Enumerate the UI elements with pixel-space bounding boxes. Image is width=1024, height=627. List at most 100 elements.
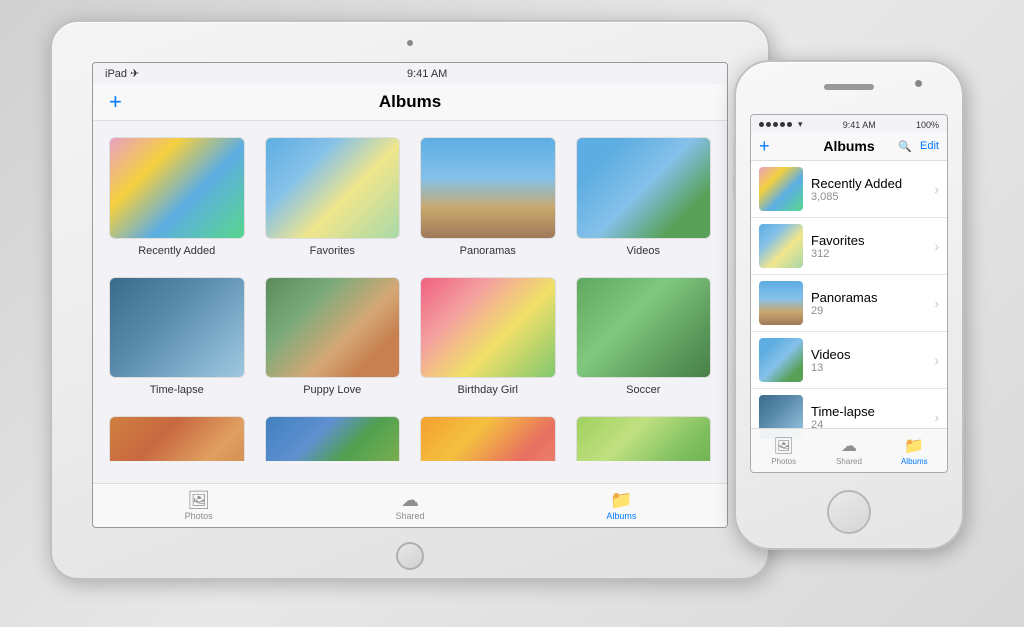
signal-dot-1 <box>759 122 764 127</box>
album-label-favorites: Favorites <box>310 245 355 257</box>
iphone-album-favorites[interactable]: Favorites312 › <box>751 218 947 275</box>
iphone-wifi-icon: ▾ <box>798 119 803 130</box>
iphone-info-panoramas: Panoramas29 <box>811 290 926 317</box>
ipad-screen: iPad ✈ 9:41 AM + Albums Recently Added Fa… <box>92 62 728 528</box>
ipad-navbar: + Albums <box>93 84 727 121</box>
signal-dot-5 <box>787 122 792 127</box>
iphone-vol-down[interactable] <box>733 174 736 198</box>
album-thumb-recently-added <box>109 137 245 239</box>
album-thumb-birthday-girl <box>420 277 556 379</box>
iphone-albums-label: Albums <box>901 457 928 466</box>
ipad-tab-shared[interactable]: ☁ Shared <box>304 491 515 521</box>
iphone-screen-content: ▾ 9:41 AM 100% + Albums 🔍 Edit Recentl <box>751 115 947 472</box>
iphone-album-name-timelapse: Time-lapse <box>811 404 926 419</box>
ipad-tabbar: 🖼 Photos ☁ Shared 📁 Albums <box>93 483 727 527</box>
iphone-album-recently-added[interactable]: Recently Added3,085 › <box>751 161 947 218</box>
ipad-album-videos[interactable]: Videos <box>576 137 712 257</box>
ipad-album-soccer[interactable]: Soccer <box>576 277 712 397</box>
iphone-album-count-videos: 13 <box>811 362 926 374</box>
albums-tab-label: Albums <box>606 511 636 521</box>
ipad-album-row3c[interactable] <box>420 416 556 461</box>
ipad-camera <box>407 40 413 46</box>
ipad-album-timelapse[interactable]: Time-lapse <box>109 277 245 397</box>
album-thumb-videos <box>576 137 712 239</box>
iphone-tab-albums[interactable]: 📁Albums <box>882 436 947 466</box>
ipad-album-panoramas[interactable]: Panoramas <box>420 137 556 257</box>
iphone-tabbar: 🖼Photos☁Shared📁Albums <box>751 428 947 472</box>
iphone-info-timelapse: Time-lapse24 <box>811 404 926 431</box>
album-label-timelapse: Time-lapse <box>150 384 204 396</box>
iphone-photos-label: Photos <box>771 457 796 466</box>
iphone-vol-up[interactable] <box>733 142 736 166</box>
iphone-chevron-videos: › <box>934 352 939 368</box>
ipad-album-puppy-love[interactable]: Puppy Love <box>265 277 401 397</box>
iphone-albums-icon: 📁 <box>904 436 924 456</box>
ipad-tab-albums[interactable]: 📁 Albums <box>516 491 727 521</box>
iphone-thumb-recently-added <box>759 167 803 211</box>
album-thumb-row3c <box>420 416 556 461</box>
iphone-navbar-actions: 🔍 Edit <box>898 140 939 153</box>
album-label-puppy-love: Puppy Love <box>303 384 361 396</box>
iphone-chevron-panoramas: › <box>934 295 939 311</box>
album-thumb-puppy-love <box>265 277 401 379</box>
iphone-album-name-recently-added: Recently Added <box>811 176 926 191</box>
iphone-battery: 100% <box>916 120 939 130</box>
iphone-info-favorites: Favorites312 <box>811 233 926 260</box>
album-thumb-row3d <box>576 416 712 461</box>
iphone-status-bar: ▾ 9:41 AM 100% <box>751 115 947 132</box>
ipad-navbar-title: Albums <box>379 92 441 112</box>
ipad-album-row3d[interactable] <box>576 416 712 461</box>
ipad-status-left: iPad ✈ <box>105 67 139 80</box>
ipad-tab-photos[interactable]: 🖼 Photos <box>93 491 304 521</box>
ipad-album-birthday-girl[interactable]: Birthday Girl <box>420 277 556 397</box>
album-thumb-favorites <box>265 137 401 239</box>
ipad-side-button <box>48 202 52 232</box>
ipad-albums-grid: Recently Added Favorites Panoramas Videos Ti… <box>93 121 727 461</box>
albums-tab-icon: 📁 <box>610 491 632 509</box>
iphone-tab-photos[interactable]: 🖼Photos <box>751 436 816 466</box>
ipad-carrier: iPad ✈ <box>105 67 139 80</box>
iphone-chevron-favorites: › <box>934 238 939 254</box>
ipad-device: iPad ✈ 9:41 AM + Albums Recently Added Fa… <box>50 20 770 580</box>
iphone-info-videos: Videos13 <box>811 347 926 374</box>
ipad-album-favorites[interactable]: Favorites <box>265 137 401 257</box>
shared-tab-icon: ☁ <box>401 491 419 509</box>
iphone-home-button[interactable] <box>827 490 871 534</box>
iphone-power-button[interactable] <box>962 152 965 188</box>
ipad-album-recently-added[interactable]: Recently Added <box>109 137 245 257</box>
ipad-home-button[interactable] <box>396 542 424 570</box>
iphone-album-count-panoramas: 29 <box>811 305 926 317</box>
iphone-album-videos[interactable]: Videos13 › <box>751 332 947 389</box>
iphone-add-button[interactable]: + <box>759 136 770 157</box>
iphone-speaker <box>824 84 874 90</box>
iphone-edit-button[interactable]: Edit <box>920 140 939 152</box>
shared-tab-label: Shared <box>395 511 424 521</box>
iphone-chevron-recently-added: › <box>934 181 939 197</box>
iphone-album-name-favorites: Favorites <box>811 233 926 248</box>
iphone-shared-icon: ☁ <box>841 436 857 456</box>
iphone-device: ▾ 9:41 AM 100% + Albums 🔍 Edit Recentl <box>734 60 964 550</box>
iphone-albums-list: Recently Added3,085›Favorites312›Panoram… <box>751 161 947 472</box>
album-label-soccer: Soccer <box>626 384 660 396</box>
photos-tab-label: Photos <box>185 511 213 521</box>
iphone-thumb-videos <box>759 338 803 382</box>
iphone-thumb-favorites <box>759 224 803 268</box>
iphone-info-recently-added: Recently Added3,085 <box>811 176 926 203</box>
ipad-album-row3a[interactable] <box>109 416 245 461</box>
ipad-add-button[interactable]: + <box>109 91 122 113</box>
iphone-time: 9:41 AM <box>843 120 876 130</box>
iphone-search-button[interactable]: 🔍 <box>898 140 912 153</box>
album-label-videos: Videos <box>627 245 660 257</box>
iphone-navbar: + Albums 🔍 Edit <box>751 132 947 161</box>
ipad-time: 9:41 AM <box>407 68 447 80</box>
iphone-tab-shared[interactable]: ☁Shared <box>816 436 881 466</box>
iphone-album-count-favorites: 312 <box>811 248 926 260</box>
ipad-status-bar: iPad ✈ 9:41 AM <box>93 63 727 84</box>
ipad-album-row3b[interactable] <box>265 416 401 461</box>
signal-dot-4 <box>780 122 785 127</box>
iphone-camera <box>915 80 922 87</box>
photos-tab-icon: 🖼 <box>187 491 210 509</box>
iphone-album-name-videos: Videos <box>811 347 926 362</box>
iphone-album-panoramas[interactable]: Panoramas29 › <box>751 275 947 332</box>
album-thumb-row3b <box>265 416 401 461</box>
